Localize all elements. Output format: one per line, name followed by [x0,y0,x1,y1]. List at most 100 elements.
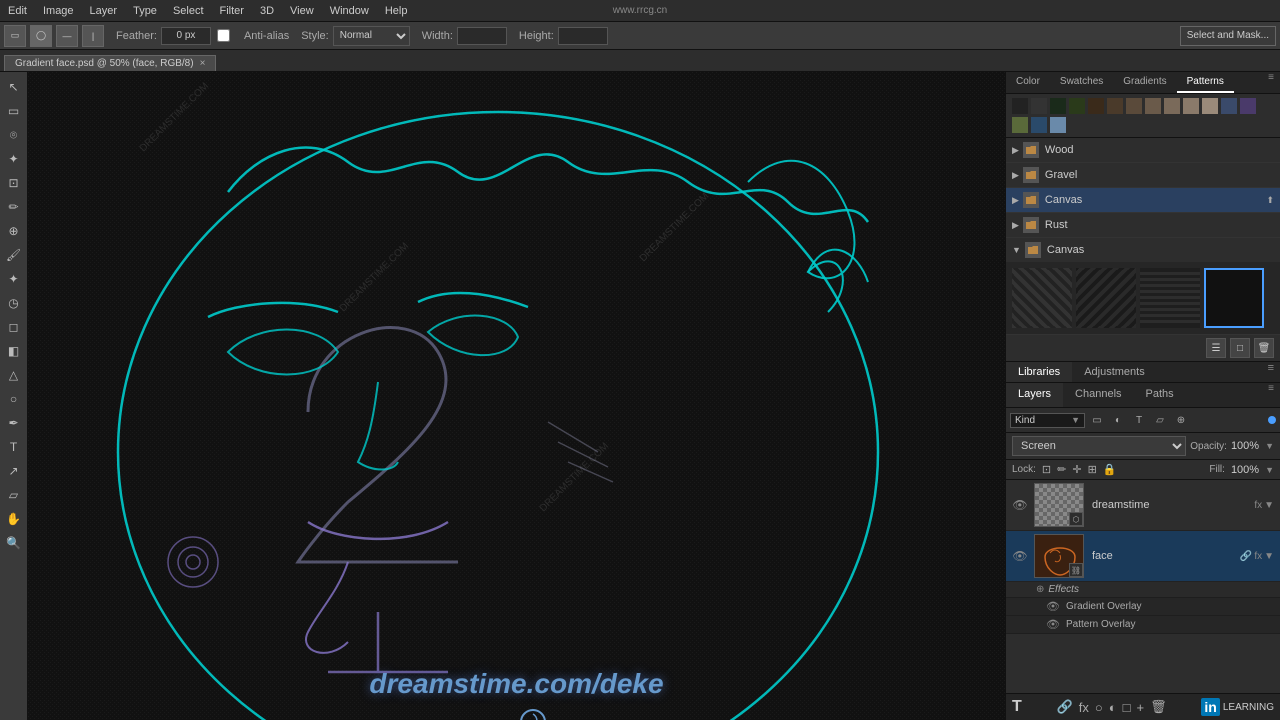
tool-text[interactable]: T [3,436,25,458]
blend-mode-select[interactable]: Screen Normal Multiply Overlay [1012,436,1186,456]
tool-magic-wand[interactable]: ✦ [3,148,25,170]
pattern-swatch-16[interactable] [1050,117,1066,133]
menu-item-edit[interactable]: Edit [0,5,35,17]
style-select[interactable]: Normal Fixed Ratio Fixed Size [333,26,410,46]
layers-collapse[interactable]: ≡ [1262,383,1280,407]
lock-image-icon[interactable]: ✏ [1057,463,1066,476]
document-tab[interactable]: Gradient face.psd @ 50% (face, RGB/8) × [4,55,216,71]
tab-channels[interactable]: Channels [1063,383,1133,407]
menu-item-view[interactable]: View [282,5,322,17]
pattern-folder-btn[interactable]: □ [1230,338,1250,358]
filter-shape-btn[interactable]: ▱ [1151,411,1169,429]
lock-transparency-icon[interactable]: ⊡ [1042,463,1051,476]
top-panel-collapse[interactable]: ≡ [1262,72,1280,93]
menu-item-window[interactable]: Window [322,5,377,17]
tool-hand[interactable]: ✋ [3,508,25,530]
pattern-group-rust-header[interactable]: ▶ Rust [1006,213,1280,237]
layer-gradient-overlay[interactable]: 👁 Gradient Overlay [1006,598,1280,616]
add-mask-btn[interactable]: ○ [1095,700,1103,715]
canvas-pattern-4[interactable] [1204,268,1264,328]
tool-pen[interactable]: ✒ [3,412,25,434]
tool-clone[interactable]: ✦ [3,268,25,290]
height-input[interactable] [558,27,608,45]
width-input[interactable] [457,27,507,45]
dreamstime-fx-label[interactable]: fx [1254,500,1262,511]
create-adjustment-btn[interactable]: ◐ [1109,700,1117,715]
canvas-pattern-1[interactable] [1012,268,1072,328]
pattern-group-gravel-header[interactable]: ▶ Gravel [1006,163,1280,187]
canvas-pattern-2[interactable] [1076,268,1136,328]
tab-color[interactable]: Color [1006,72,1050,93]
pattern-swatch-10[interactable] [1183,98,1199,114]
link-layers-btn[interactable]: 🔗 [1057,699,1073,715]
filter-pixel-btn[interactable]: ▭ [1088,411,1106,429]
tab-adjustments[interactable]: Adjustments [1072,362,1157,382]
marquee-rect-btn[interactable]: ▭ [4,25,26,47]
pattern-swatch-14[interactable] [1012,117,1028,133]
dreamstime-expand-icon[interactable]: ▼ [1264,500,1274,511]
lib-adj-collapse[interactable]: ≡ [1262,362,1280,382]
marquee-single-row-btn[interactable]: — [56,25,78,47]
tool-move[interactable]: ↖ [3,76,25,98]
pattern-swatch-11[interactable] [1202,98,1218,114]
pattern-swatch-8[interactable] [1145,98,1161,114]
tool-zoom[interactable]: 🔍 [3,532,25,554]
gradient-overlay-visibility[interactable]: 👁 [1046,600,1060,613]
marquee-ellipse-btn[interactable]: ◯ [30,25,52,47]
kind-filter[interactable]: Kind ▼ [1010,413,1085,428]
tool-shapes[interactable]: ▱ [3,484,25,506]
tab-swatches[interactable]: Swatches [1050,72,1113,93]
canvas-pattern-3[interactable] [1140,268,1200,328]
create-group-btn[interactable]: □ [1123,700,1131,715]
pattern-group-canvas-header-hover[interactable]: ▶ Canvas ⬆ [1006,188,1280,212]
text-tool-icon[interactable]: T [1012,698,1022,716]
tab-gradients[interactable]: Gradients [1113,72,1176,93]
pattern-swatch-13[interactable] [1240,98,1256,114]
face-expand-icon[interactable]: ▼ [1264,551,1274,562]
canvas-area[interactable]: dreamstime.com/deke DREAMSTIME.COM DREAM… [28,72,1005,720]
tool-path-select[interactable]: ↗ [3,460,25,482]
pattern-swatch-9[interactable] [1164,98,1180,114]
tab-paths[interactable]: Paths [1134,383,1186,407]
tool-spot-heal[interactable]: ⊕ [3,220,25,242]
tool-blur[interactable]: △ [3,364,25,386]
pattern-create-btn[interactable]: ☰ [1206,338,1226,358]
new-layer-btn[interactable]: + [1136,700,1144,715]
pattern-swatch-7[interactable] [1126,98,1142,114]
pattern-swatch-2[interactable] [1031,98,1047,114]
face-fx-label[interactable]: fx [1254,551,1262,562]
pattern-swatch-5[interactable] [1088,98,1104,114]
pattern-swatch-15[interactable] [1031,117,1047,133]
filter-adjust-btn[interactable]: ◐ [1109,411,1127,429]
pattern-delete-btn[interactable]: 🗑 [1254,338,1274,358]
pattern-swatch-4[interactable] [1069,98,1085,114]
tool-brush[interactable]: 🖌 [3,244,25,266]
pattern-group-wood-header[interactable]: ▶ Wood [1006,138,1280,162]
pattern-swatch-6[interactable] [1107,98,1123,114]
pattern-swatch-3[interactable] [1050,98,1066,114]
menu-item-layer[interactable]: Layer [82,5,126,17]
pattern-overlay-visibility[interactable]: 👁 [1046,618,1060,631]
face-link-icon[interactable]: 🔗 [1240,551,1252,562]
lock-position-icon[interactable]: ✛ [1072,463,1081,476]
layer-pattern-overlay[interactable]: 👁 Pattern Overlay [1006,616,1280,634]
layer-face[interactable]: 👁 ⛓ face 🔗 fx ▼ [1006,531,1280,582]
pattern-swatch-1[interactable] [1012,98,1028,114]
feather-input[interactable] [161,27,211,45]
filter-smart-btn[interactable]: ⊕ [1172,411,1190,429]
delete-layer-btn[interactable]: 🗑 [1150,699,1167,715]
lock-all-icon[interactable]: 🔒 [1103,463,1117,476]
tool-dodge[interactable]: ○ [3,388,25,410]
tool-rect-select[interactable]: ▭ [3,100,25,122]
tool-eraser[interactable]: ◻ [3,316,25,338]
tab-libraries[interactable]: Libraries [1006,362,1072,382]
tab-layers[interactable]: Layers [1006,383,1063,407]
tool-lasso[interactable]: ⌾ [3,124,25,146]
fill-arrow[interactable]: ▼ [1265,465,1274,475]
opacity-arrow[interactable]: ▼ [1265,441,1274,451]
tool-crop[interactable]: ⊡ [3,172,25,194]
tool-history[interactable]: ◷ [3,292,25,314]
select-mask-button[interactable]: Select and Mask... [1180,26,1276,46]
antialias-checkbox[interactable] [217,29,230,42]
menu-item-help[interactable]: Help [377,5,416,17]
